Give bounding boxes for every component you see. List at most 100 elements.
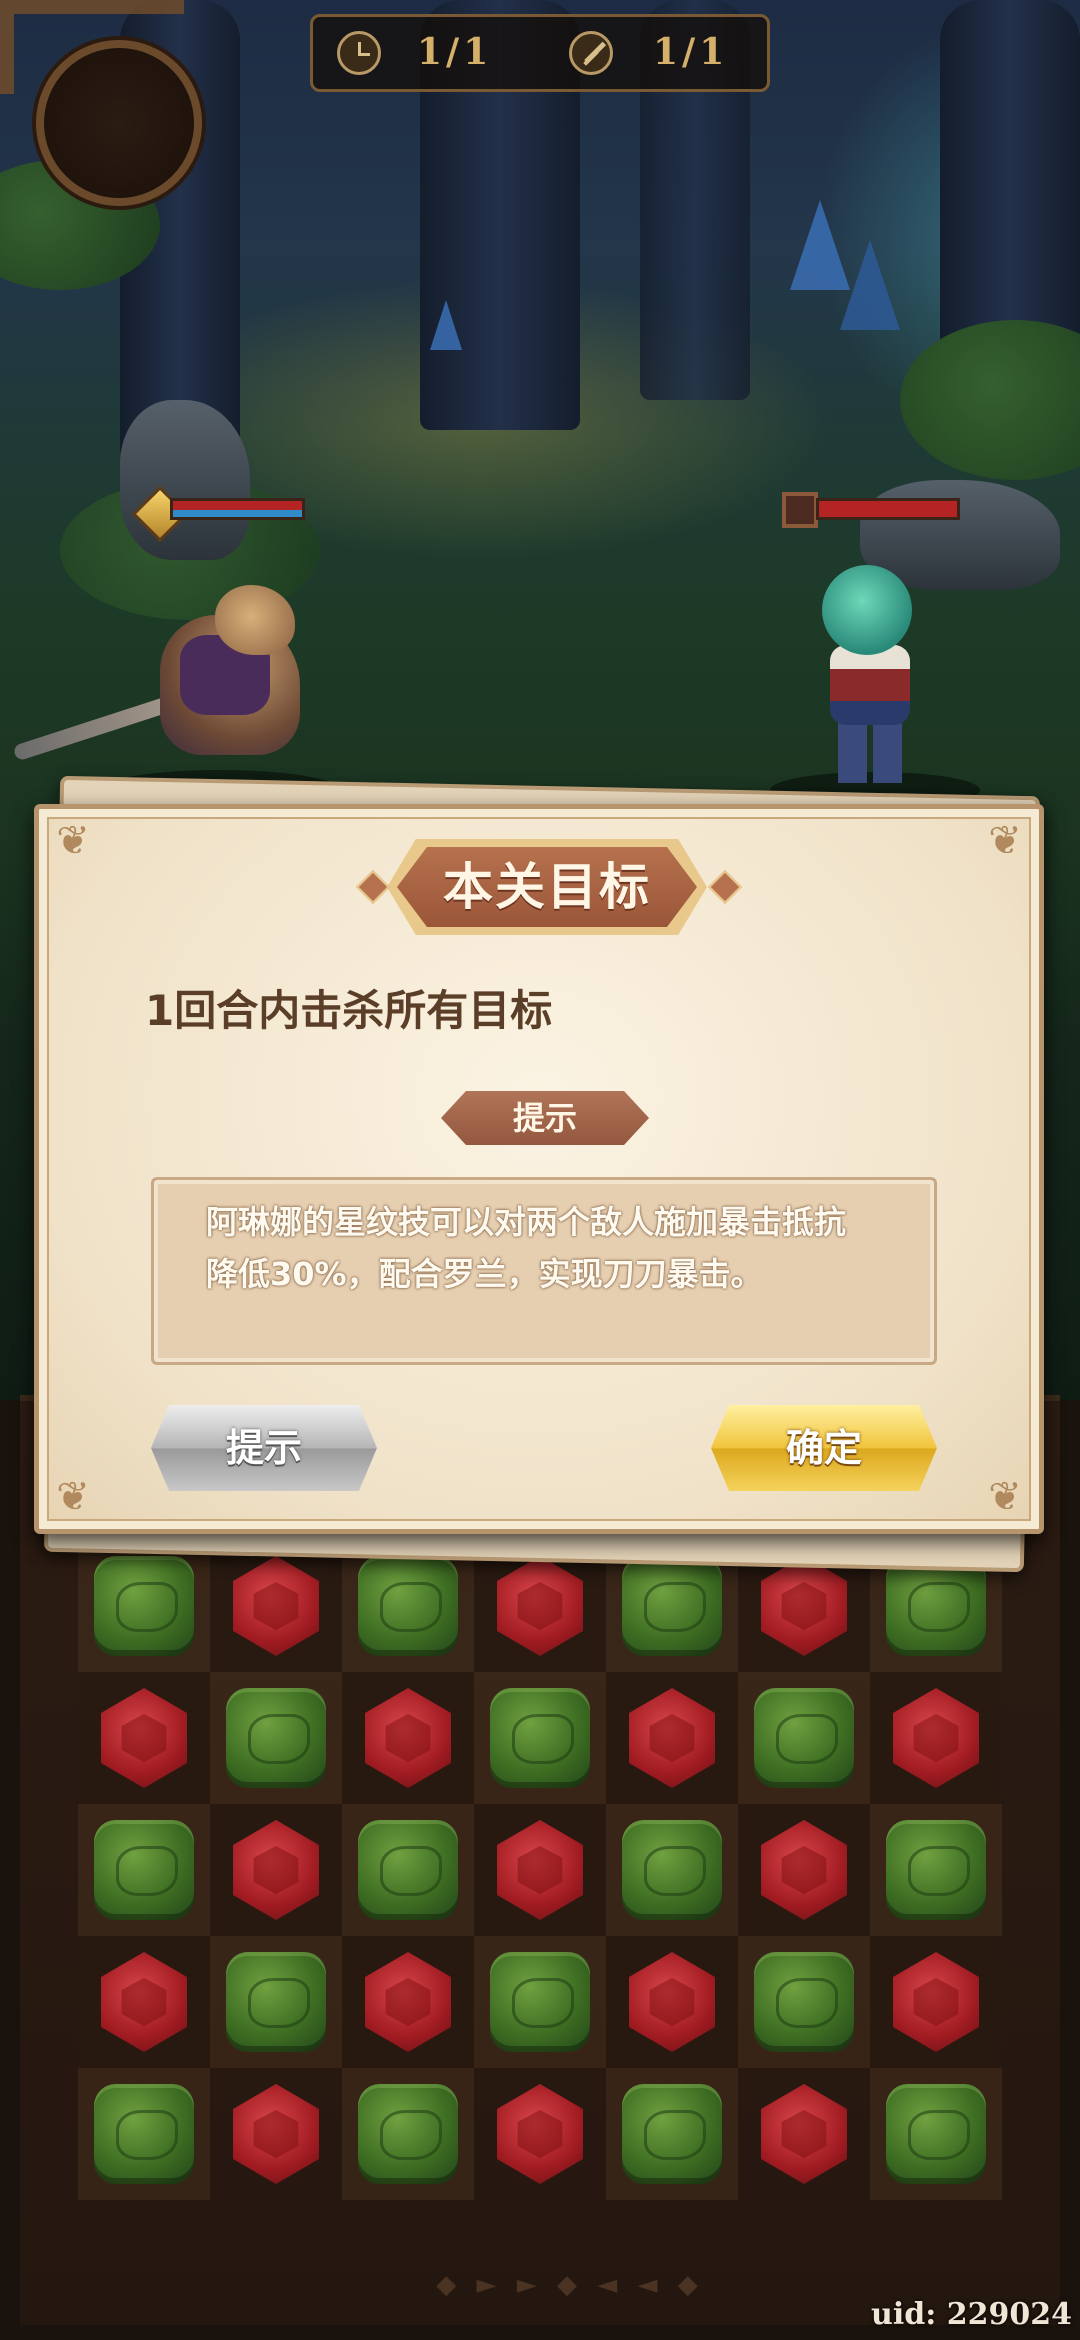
board-cell[interactable] bbox=[210, 1672, 342, 1804]
board-cell[interactable] bbox=[474, 1672, 606, 1804]
hero-hp-fill bbox=[173, 501, 302, 510]
red-gem-icon[interactable] bbox=[761, 2084, 847, 2184]
board-cell[interactable] bbox=[738, 1804, 870, 1936]
red-gem-icon[interactable] bbox=[233, 1820, 319, 1920]
red-gem-icon[interactable] bbox=[365, 1952, 451, 2052]
green-gem-icon[interactable] bbox=[622, 1820, 722, 1920]
board-cell[interactable] bbox=[738, 1672, 870, 1804]
board-cell[interactable] bbox=[78, 1936, 210, 2068]
green-gem-icon[interactable] bbox=[226, 1952, 326, 2052]
hero-mp-fill bbox=[173, 510, 302, 517]
board-cell[interactable] bbox=[210, 1936, 342, 2068]
objective-dialog: ❦ ❦ ❦ ❦ 本关目标 1回合内击杀所有目标 提示 阿琳娜的星纹技可以对两个敌… bbox=[34, 804, 1044, 1534]
green-gem-icon[interactable] bbox=[490, 1952, 590, 2052]
red-gem-icon[interactable] bbox=[629, 1688, 715, 1788]
board-cell[interactable] bbox=[210, 1804, 342, 1936]
rock-decor bbox=[120, 400, 250, 560]
game-screen: 1/1 1/1 ◆ ► ► ◆ ◄ ◄ ◆ uid: 229024 ❦ ❦ ❦ … bbox=[0, 0, 1080, 2340]
enemy-hp-fill bbox=[819, 501, 957, 517]
hint-section-label: 提示 bbox=[441, 1091, 649, 1145]
red-gem-icon[interactable] bbox=[233, 1556, 319, 1656]
green-gem-icon[interactable] bbox=[886, 1820, 986, 1920]
board-cell[interactable] bbox=[342, 2068, 474, 2200]
hero-health-bar bbox=[170, 498, 305, 520]
flourish-icon: ❦ bbox=[988, 818, 1022, 864]
board-cell[interactable] bbox=[78, 1672, 210, 1804]
board-cell[interactable] bbox=[210, 1540, 342, 1672]
board-cell[interactable] bbox=[342, 1936, 474, 2068]
turns-counter: 1/1 bbox=[417, 31, 493, 73]
red-gem-icon[interactable] bbox=[233, 2084, 319, 2184]
green-gem-icon[interactable] bbox=[94, 1820, 194, 1920]
red-gem-icon[interactable] bbox=[497, 1556, 583, 1656]
board-cell[interactable] bbox=[870, 2068, 1002, 2200]
board-cell[interactable] bbox=[474, 1804, 606, 1936]
board-cell[interactable] bbox=[342, 1672, 474, 1804]
red-gem-icon[interactable] bbox=[497, 1820, 583, 1920]
dialog-title: 本关目标 bbox=[443, 858, 651, 916]
board-cell[interactable] bbox=[870, 1804, 1002, 1936]
hero-character[interactable] bbox=[12, 575, 330, 795]
green-gem-icon[interactable] bbox=[754, 1952, 854, 2052]
green-gem-icon[interactable] bbox=[358, 2084, 458, 2184]
green-gem-icon[interactable] bbox=[622, 2084, 722, 2184]
crystal-decor bbox=[430, 300, 462, 350]
board-cell[interactable] bbox=[474, 2068, 606, 2200]
board-cell[interactable] bbox=[606, 1672, 738, 1804]
enemy-class-icon bbox=[782, 492, 818, 528]
portrait-frame[interactable] bbox=[36, 40, 202, 206]
green-gem-icon[interactable] bbox=[886, 2084, 986, 2184]
red-gem-icon[interactable] bbox=[893, 1952, 979, 2052]
green-gem-icon[interactable] bbox=[358, 1556, 458, 1656]
enemy-health-bar bbox=[816, 498, 960, 520]
green-gem-icon[interactable] bbox=[226, 1688, 326, 1788]
board-cell[interactable] bbox=[738, 1936, 870, 2068]
flourish-icon: ❦ bbox=[56, 818, 90, 864]
gem-board bbox=[78, 1540, 1002, 2200]
board-ornament: ◆ ► ► ◆ ◄ ◄ ◆ bbox=[436, 2270, 704, 2300]
hint-box: 阿琳娜的星纹技可以对两个敌人施加暴击抵抗降低30%，配合罗兰，实现刀刀暴击。 bbox=[151, 1177, 937, 1365]
turn-counter-bar: 1/1 1/1 bbox=[310, 14, 770, 92]
red-gem-icon[interactable] bbox=[101, 1952, 187, 2052]
red-gem-icon[interactable] bbox=[365, 1688, 451, 1788]
red-gem-icon[interactable] bbox=[101, 1688, 187, 1788]
sword-icon bbox=[569, 31, 613, 75]
board-cell[interactable] bbox=[738, 2068, 870, 2200]
green-gem-icon[interactable] bbox=[94, 1556, 194, 1656]
board-cell[interactable] bbox=[606, 1936, 738, 2068]
red-gem-icon[interactable] bbox=[761, 1556, 847, 1656]
green-gem-icon[interactable] bbox=[622, 1556, 722, 1656]
green-gem-icon[interactable] bbox=[754, 1688, 854, 1788]
red-gem-icon[interactable] bbox=[893, 1688, 979, 1788]
board-cell[interactable] bbox=[606, 2068, 738, 2200]
green-gem-icon[interactable] bbox=[358, 1820, 458, 1920]
hint-text: 阿琳娜的星纹技可以对两个敌人施加暴击抵抗降低30%，配合罗兰，实现刀刀暴击。 bbox=[206, 1203, 847, 1293]
clock-icon bbox=[337, 31, 381, 75]
board-cell[interactable] bbox=[78, 1540, 210, 1672]
attacks-counter: 1/1 bbox=[653, 31, 729, 73]
ribbon-diamond-icon bbox=[708, 870, 742, 904]
flourish-icon: ❦ bbox=[988, 1474, 1022, 1520]
board-cell[interactable] bbox=[342, 1804, 474, 1936]
red-gem-icon[interactable] bbox=[497, 2084, 583, 2184]
board-cell[interactable] bbox=[78, 1804, 210, 1936]
confirm-button[interactable]: 确定 bbox=[711, 1405, 937, 1491]
green-gem-icon[interactable] bbox=[94, 2084, 194, 2184]
board-cell[interactable] bbox=[870, 1936, 1002, 2068]
board-cell[interactable] bbox=[474, 1936, 606, 2068]
board-cell[interactable] bbox=[210, 2068, 342, 2200]
hint-button[interactable]: 提示 bbox=[151, 1405, 377, 1491]
bush-decor bbox=[900, 320, 1080, 480]
ribbon-diamond-icon bbox=[356, 870, 390, 904]
flourish-icon: ❦ bbox=[56, 1474, 90, 1520]
green-gem-icon[interactable] bbox=[490, 1688, 590, 1788]
crystal-decor bbox=[840, 240, 900, 330]
board-cell[interactable] bbox=[78, 2068, 210, 2200]
board-cell[interactable] bbox=[606, 1804, 738, 1936]
board-cell[interactable] bbox=[870, 1672, 1002, 1804]
enemy-character[interactable] bbox=[800, 565, 940, 795]
objective-text: 1回合内击杀所有目标 bbox=[145, 986, 553, 1035]
red-gem-icon[interactable] bbox=[629, 1952, 715, 2052]
red-gem-icon[interactable] bbox=[761, 1820, 847, 1920]
uid-label: uid: 229024 bbox=[871, 2297, 1072, 2332]
